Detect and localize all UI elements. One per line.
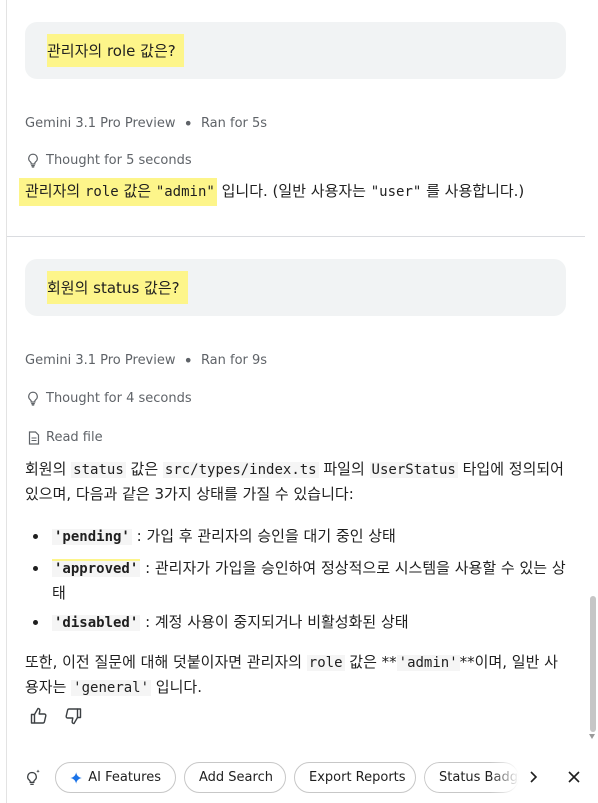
chip-label: Status Badge <box>439 770 519 785</box>
code-general: 'general' <box>71 680 152 696</box>
add-search-chip[interactable]: Add Search <box>184 762 286 793</box>
list-item: 'approved' : 관리자가 가입을 승인하여 정상적으로 시스템을 사용… <box>33 556 568 605</box>
status-desc: : 계정 사용이 중지되거나 비활성화된 상태 <box>140 613 409 631</box>
user-question-2: 회원의 status 값은? <box>25 259 566 316</box>
thought-label: Thought for 5 seconds <box>46 153 192 168</box>
read-file-toggle[interactable]: Read file <box>28 430 103 445</box>
scrollbar-thumb[interactable] <box>590 596 596 732</box>
thumbs-up-icon[interactable] <box>29 706 49 726</box>
status-code: 'pending' <box>52 529 132 545</box>
answer-text: 관리자의 <box>25 182 85 200</box>
code-user: "user" <box>370 184 422 200</box>
suggestion-chips: AI Features Add Search Export Reports St… <box>0 762 598 794</box>
suggestion-bulb-icon[interactable] <box>24 768 44 788</box>
read-file-label: Read file <box>46 430 103 445</box>
code-admin: "admin" <box>155 184 215 200</box>
answer-text: 회원의 <box>25 460 72 478</box>
list-item: 'pending' : 가입 후 관리자의 승인을 대기 중인 상태 <box>33 524 568 549</box>
code-path: src/types/index.ts <box>162 462 319 478</box>
answer-highlight: 관리자의 role 값은 "admin" <box>19 178 217 206</box>
ai-features-chip[interactable]: AI Features <box>55 762 176 793</box>
status-list: 'disabled' : 계정 사용이 중지되거나 비활성화된 상태 <box>33 610 568 635</box>
separator-dot: • <box>183 351 193 370</box>
sparkle-icon <box>70 771 82 784</box>
status-list: 'pending' : 가입 후 관리자의 승인을 대기 중인 상태 <box>33 524 568 549</box>
scroll-down-arrow[interactable] <box>589 734 595 739</box>
answer-text: 입니다. (일반 사용자는 <box>216 182 371 200</box>
chip-label: Export Reports <box>309 770 406 785</box>
left-border <box>6 0 7 803</box>
model-name: Gemini 3.1 Pro Preview <box>25 116 176 131</box>
lightbulb-icon <box>28 153 38 168</box>
model-meta-2: Gemini 3.1 Pro Preview • Ran for 9s <box>25 351 268 370</box>
user-question-1: 관리자의 role 값은? <box>25 22 566 79</box>
highlight: 'approved' <box>52 559 141 577</box>
status-list: 'approved' : 관리자가 가입을 승인하여 정상적으로 시스템을 사용… <box>33 556 568 605</box>
answer-2-outro: 또한, 이전 질문에 대해 덧붙이자면 관리자의 role 값은 **'admi… <box>25 650 570 700</box>
chevron-right-icon[interactable] <box>528 770 538 788</box>
model-name: Gemini 3.1 Pro Preview <box>25 353 176 368</box>
status-code: 'disabled' <box>52 615 141 631</box>
model-meta-1: Gemini 3.1 Pro Preview • Ran for 5s <box>25 114 268 133</box>
status-badge-chip[interactable]: Status Badge <box>424 762 519 793</box>
status-code: 'approved' <box>52 561 141 577</box>
separator-dot: • <box>183 114 193 133</box>
file-icon <box>28 430 40 445</box>
answer-1: 관리자의 role 값은 "admin" 입니다. (일반 사용자는 "user… <box>19 178 525 206</box>
answer-text: 값은 <box>118 182 156 200</box>
run-time: Ran for 9s <box>200 353 268 368</box>
export-reports-chip[interactable]: Export Reports <box>294 762 416 793</box>
thought-toggle-1[interactable]: Thought for 5 seconds <box>26 153 192 168</box>
status-desc: : 가입 후 관리자의 승인을 대기 중인 상태 <box>131 527 396 545</box>
question-text: 관리자의 role 값은? <box>47 34 184 67</box>
run-time: Ran for 5s <box>200 116 268 131</box>
lightbulb-icon <box>28 391 38 406</box>
code-status: status <box>71 462 126 478</box>
answer-text: 입니다. <box>151 678 202 696</box>
answer-text: 를 사용합니다.) <box>421 182 525 200</box>
turn-divider <box>7 236 585 237</box>
answer-text: 값은 ** <box>344 653 397 671</box>
code-role: role <box>306 655 345 671</box>
question-text: 회원의 status 값은? <box>47 271 188 304</box>
list-item: 'disabled' : 계정 사용이 중지되거나 비활성화된 상태 <box>33 610 568 635</box>
chip-label: AI Features <box>88 770 161 785</box>
code-userstatus: UserStatus <box>369 462 458 478</box>
thought-toggle-2[interactable]: Thought for 4 seconds <box>26 391 192 406</box>
answer-text: 값은 <box>125 460 163 478</box>
answer-text: 또한, 이전 질문에 대해 덧붙이자면 관리자의 <box>25 653 307 671</box>
code-role: role <box>84 184 119 200</box>
answer-text: 파일의 <box>318 460 370 478</box>
close-icon[interactable] <box>565 768 583 786</box>
chip-label: Add Search <box>199 770 273 785</box>
thought-label: Thought for 4 seconds <box>46 391 192 406</box>
thumbs-down-icon[interactable] <box>63 706 83 726</box>
feedback-bar <box>29 706 83 726</box>
code-admin: 'admin' <box>396 655 460 671</box>
answer-2-intro: 회원의 status 값은 src/types/index.ts 파일의 Use… <box>25 457 570 506</box>
